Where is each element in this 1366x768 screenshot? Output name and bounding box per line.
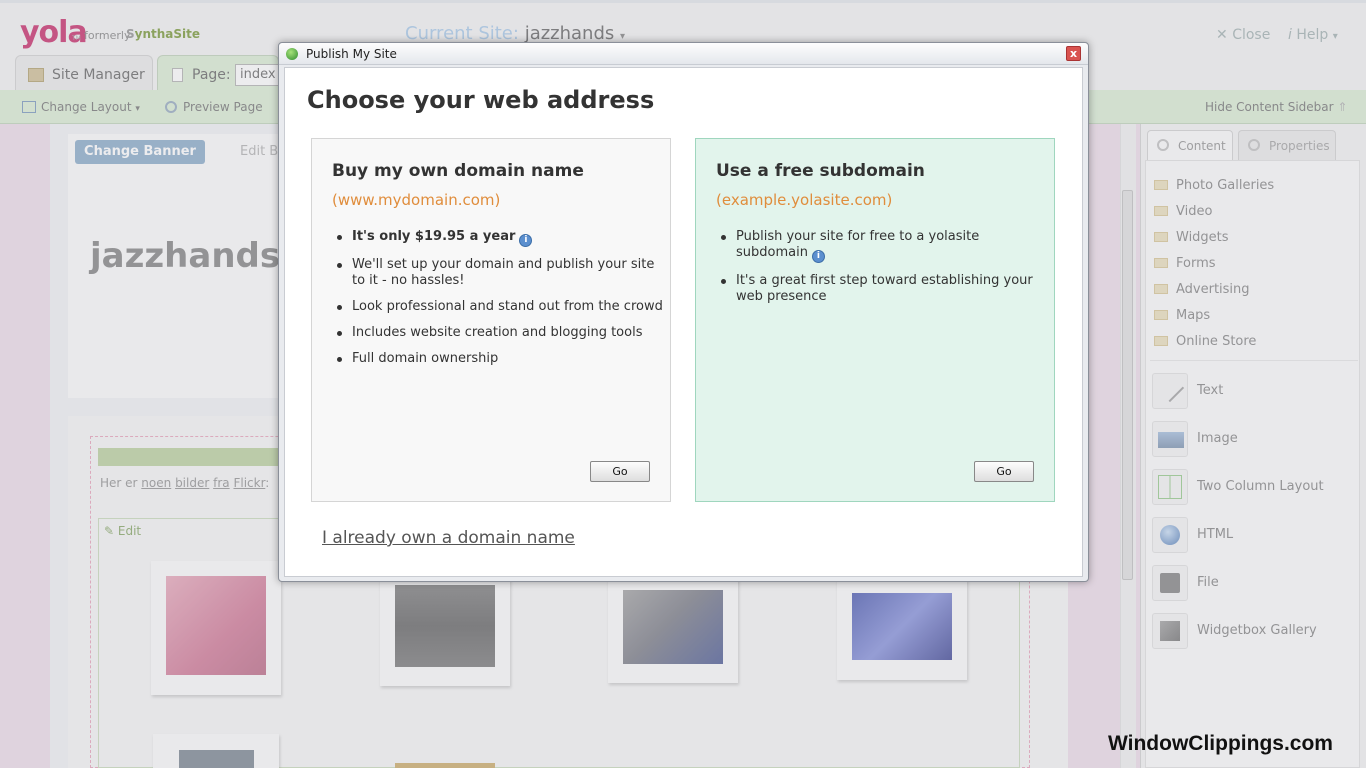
bullet [721,279,726,284]
buy-domain-option: Buy my own domain name (www.mydomain.com… [311,138,671,502]
free-subdomain-benefits: Publish your site for free to a yolasite… [718,229,1048,315]
list-item: Publish your site for free to a yolasite… [718,229,1048,263]
info-icon[interactable]: i [519,234,533,247]
benefit-text: Includes website creation and blogging t… [352,325,643,340]
benefit-text: We'll set up your domain and publish you… [352,257,655,288]
list-item: We'll set up your domain and publish you… [334,257,664,289]
buy-domain-example: (www.mydomain.com) [332,191,501,209]
bullet [337,305,342,310]
free-subdomain-go-button[interactable]: Go [974,461,1034,482]
list-item: It's a great first step toward establish… [718,273,1048,305]
free-subdomain-option: Use a free subdomain (example.yolasite.c… [695,138,1055,502]
bullet [337,357,342,362]
globe-icon [286,48,298,60]
free-subdomain-example: (example.yolasite.com) [716,191,893,209]
benefit-text: Look professional and stand out from the… [352,299,663,314]
benefit-text: It's only $19.95 a year [352,229,516,244]
dialog-heading: Choose your web address [307,86,655,114]
benefit-text: It's a great first step toward establish… [736,273,1033,304]
benefit-text: Publish your site for free to a yolasite… [736,229,980,260]
info-icon[interactable]: i [811,250,825,263]
list-item: Includes website creation and blogging t… [334,325,664,341]
list-item: Full domain ownership [334,351,664,367]
benefit-text: Full domain ownership [352,351,499,366]
already-own-domain-link[interactable]: I already own a domain name [322,528,575,548]
dialog-title: Publish My Site [306,47,397,61]
buy-domain-benefits: It's only $19.95 a year i We'll set up yo… [334,229,664,377]
watermark-text: WindowClippings.com [1108,732,1333,755]
buy-domain-go-button[interactable]: Go [590,461,650,482]
buy-domain-title: Buy my own domain name [332,161,584,181]
bullet [337,331,342,336]
bullet [337,263,342,268]
list-item: Look professional and stand out from the… [334,299,664,315]
bullet [721,235,726,240]
dialog-close-button[interactable]: x [1066,46,1081,61]
bullet [337,235,342,240]
dialog-titlebar[interactable]: Publish My Site x [279,43,1088,65]
free-subdomain-title: Use a free subdomain [716,161,925,181]
list-item: It's only $19.95 a year i [334,229,664,247]
